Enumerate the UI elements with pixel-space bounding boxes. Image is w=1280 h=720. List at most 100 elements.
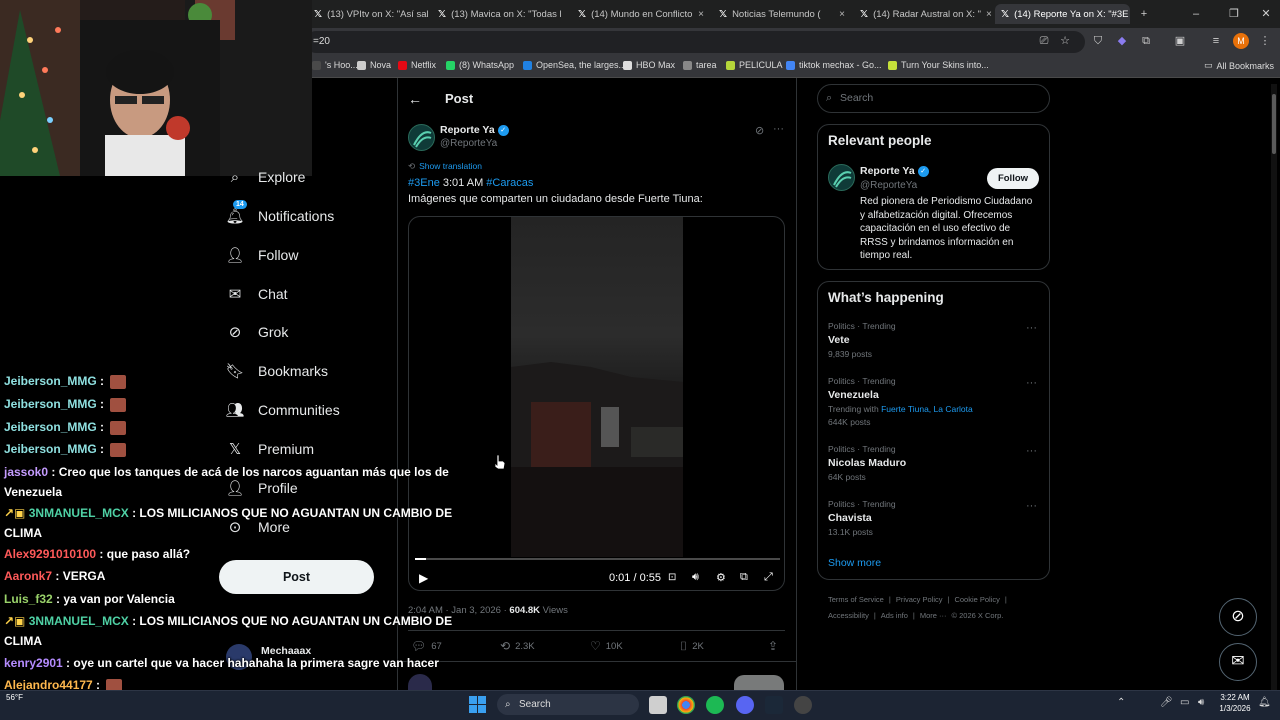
volume-icon[interactable]: 🔊︎	[692, 571, 699, 584]
nav-communities[interactable]: 👥︎ Communities	[225, 401, 339, 419]
chat-username[interactable]: Jeiberson_MMG	[4, 442, 97, 456]
restore-icon[interactable]: ❐	[1226, 6, 1242, 22]
notification-bell-icon[interactable]: 🔔︎	[1258, 697, 1271, 708]
chat-username[interactable]: jassok0	[4, 465, 48, 479]
trend-item[interactable]: Politics · Trending Chavista 13.1K posts	[828, 499, 896, 537]
trend-item[interactable]: Politics · Trending Nicolas Maduro 64K pos…	[828, 444, 906, 482]
share-button[interactable]: ⇪	[768, 639, 778, 653]
url-field[interactable]: =20	[305, 31, 1085, 53]
bookmark-item[interactable]: HBO Max	[623, 60, 675, 70]
like-button[interactable]: ♡ 10K	[590, 639, 623, 653]
footer-link[interactable]: Ads info	[881, 611, 908, 620]
nav-follow[interactable]: 👤︎ Follow	[225, 246, 298, 264]
show-more-link[interactable]: Show more	[828, 557, 881, 569]
obs-icon[interactable]	[794, 696, 812, 714]
video-player[interactable]: ▶ 0:01 / 0:55 ⊡ 🔊︎ ⚙ ⧉ ⤢	[408, 216, 785, 591]
close-tab-icon[interactable]: ×	[839, 9, 851, 20]
footer-link[interactable]: © 2026 X Corp.	[952, 611, 1004, 620]
messages-float-button[interactable]: ✉	[1219, 643, 1257, 681]
chat-username[interactable]: Aaronk7	[4, 569, 52, 583]
kebab-menu-icon[interactable]: ⋮	[1257, 33, 1273, 49]
trend-more-icon[interactable]: ···	[1026, 322, 1037, 334]
footer-link[interactable]: Terms of Service	[828, 595, 884, 604]
minimize-icon[interactable]: –	[1188, 6, 1204, 22]
scrollbar-thumb[interactable]	[1272, 94, 1276, 154]
footer-link[interactable]: Privacy Policy	[896, 595, 943, 604]
repost-button[interactable]: ⟲ 2.3K	[500, 639, 535, 653]
person-handle[interactable]: @ReporteYa	[860, 180, 917, 191]
network-icon[interactable]: ▭	[1180, 697, 1189, 708]
bookmark-item[interactable]: tarea	[683, 60, 717, 70]
fullscreen-icon[interactable]: ⤢	[764, 571, 773, 584]
chat-username[interactable]: 3NMANUEL_MCX	[29, 614, 129, 628]
pip-icon[interactable]: ⧉	[740, 571, 748, 584]
footer-link[interactable]: Cookie Policy	[954, 595, 999, 604]
queue-icon[interactable]: ≡	[1208, 33, 1224, 49]
bookmark-item[interactable]: (8) WhatsApp	[446, 60, 514, 70]
reply-button[interactable]: 💬︎ 67	[411, 639, 442, 653]
hashtag-caracas[interactable]: #Caracas	[486, 177, 533, 189]
trend-more-icon[interactable]: ···	[1026, 445, 1037, 457]
close-window-icon[interactable]: ✕	[1258, 6, 1274, 22]
nav-bookmarks[interactable]: 🔖︎ Bookmarks	[225, 362, 328, 380]
close-tab-icon[interactable]: ×	[698, 9, 710, 20]
scrollbar-track[interactable]	[1271, 84, 1277, 690]
all-bookmarks[interactable]: ▭ All Bookmarks	[1204, 60, 1274, 71]
nav-notifications[interactable]: 🔔︎ 14 Notifications	[225, 200, 334, 225]
captions-icon[interactable]: ⊡	[668, 572, 676, 583]
speaker-icon[interactable]: 🔊︎	[1198, 697, 1204, 708]
post-more-icon[interactable]: ···	[773, 123, 784, 135]
chat-username[interactable]: Luis_f32	[4, 592, 53, 606]
bookmark-button[interactable]: ⌷ 2K	[680, 639, 704, 654]
nav-profile[interactable]: 👤︎ Profile	[225, 479, 297, 497]
show-translation[interactable]: ⟲ Show translation	[408, 161, 482, 172]
spotify-icon[interactable]	[706, 696, 724, 714]
chat-username[interactable]: 3NMANUEL_MCX	[29, 506, 129, 520]
grok-float-button[interactable]: ⊘	[1219, 598, 1257, 636]
person-name[interactable]: Reporte Ya ✓	[860, 165, 929, 177]
trend-item[interactable]: Politics · Trending Venezuela Trending wit…	[828, 376, 973, 427]
trend-with-link[interactable]: Fuerte Tiuna, La Carlota	[881, 404, 973, 414]
weather-widget[interactable]: 56°F	[6, 693, 23, 702]
nav-premium[interactable]: 𝕏 Premium	[226, 440, 314, 458]
browser-tab[interactable]: 𝕏 (14) Mundo en Conflicto ×	[572, 4, 710, 24]
browser-tab[interactable]: 𝕏(14) Reporte Ya on X: "#3E×	[995, 4, 1130, 24]
reply-submit-button[interactable]	[734, 675, 784, 690]
author-name[interactable]: Reporte Ya ✓	[440, 124, 509, 136]
profile-avatar-icon[interactable]: M	[1233, 33, 1249, 49]
bookmark-item[interactable]: tiktok mechax - Go...	[786, 60, 882, 70]
trend-more-icon[interactable]: ···	[1026, 500, 1037, 512]
back-arrow-icon[interactable]: ←	[408, 91, 422, 107]
trend-more-icon[interactable]: ···	[1026, 377, 1037, 389]
cast-icon[interactable]: ⎚	[1036, 33, 1052, 49]
nav-explore[interactable]: ⌕ Explore	[226, 168, 306, 186]
windows-start-icon[interactable]	[469, 696, 486, 713]
new-tab-icon[interactable]: +	[1136, 6, 1152, 22]
follow-button[interactable]: Follow	[987, 168, 1039, 189]
post-button[interactable]: Post	[219, 560, 374, 594]
nav-more[interactable]: ⊙ More	[226, 518, 290, 536]
browser-tab[interactable]: 𝕏(13) VPItv on X: "Así salían×	[308, 4, 428, 24]
puzzle-icon[interactable]: ⧉	[1138, 33, 1154, 49]
shield-extension-icon[interactable]: ⛉	[1090, 33, 1106, 49]
chat-username[interactable]: Jeiberson_MMG	[4, 374, 97, 388]
bookmark-item[interactable]: Netflix	[398, 60, 436, 70]
video-progress-track[interactable]	[415, 558, 780, 560]
chat-username[interactable]: Jeiberson_MMG	[4, 420, 97, 434]
clock[interactable]: 3:22 AM 1/3/2026	[1215, 692, 1255, 714]
play-icon[interactable]: ▶	[419, 571, 428, 585]
browser-tab[interactable]: 𝕏 (14) Radar Austral on X: " ×	[854, 4, 994, 24]
grok-explain-icon[interactable]: ⊘	[755, 124, 764, 137]
author-handle[interactable]: @ReporteYa	[440, 138, 497, 149]
search-input[interactable]: ⌕ Search	[817, 84, 1050, 113]
chrome-icon[interactable]	[677, 696, 695, 714]
person-avatar[interactable]	[828, 164, 855, 191]
bookmark-item[interactable]: Nova	[357, 60, 391, 70]
bookmark-star-icon[interactable]: ☆	[1057, 33, 1073, 49]
browser-tab[interactable]: 𝕏(13) Mavica on X: "Todas l×	[432, 4, 567, 24]
nav-chat[interactable]: ✉ Chat	[226, 285, 288, 303]
bookmark-item[interactable]: Turn Your Skins into...	[888, 60, 989, 70]
bookmark-item[interactable]: OpenSea, the larges...	[523, 60, 626, 70]
footer-link[interactable]: More ···	[920, 611, 947, 620]
sidepanel-icon[interactable]: ▣	[1172, 33, 1188, 49]
